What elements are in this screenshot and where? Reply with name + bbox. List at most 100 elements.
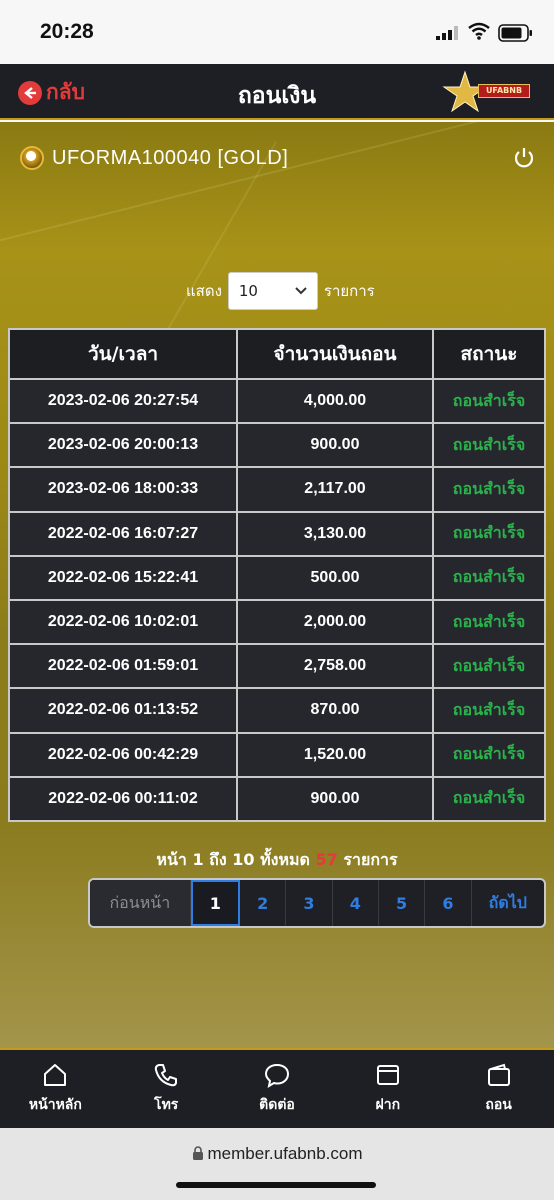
logout-power-icon[interactable] [512, 146, 536, 170]
app-header: กลับ ถอนเงิน UFABNB [0, 64, 554, 120]
header-datetime: วัน/เวลา [8, 328, 238, 380]
nav-contact[interactable]: ติดต่อ [222, 1050, 333, 1128]
cell-status: ถอนสำเร็จ [432, 687, 546, 734]
chevron-down-icon [295, 287, 307, 295]
battery-icon [498, 24, 532, 42]
show-label: แสดง [186, 282, 222, 300]
cell-datetime: 2022-02-06 15:22:41 [8, 554, 238, 601]
nav-home-label: หน้าหลัก [28, 1097, 82, 1113]
deposit-icon [376, 1065, 399, 1085]
table-row: 2022-02-06 10:02:01 2,000.00 ถอนสำเร็จ [8, 598, 546, 646]
cell-amount: 900.00 [236, 775, 434, 822]
cell-datetime: 2022-02-06 00:42:29 [8, 731, 238, 778]
page-button-4[interactable]: 4 [333, 880, 379, 926]
cell-status: ถอนสำเร็จ [432, 466, 546, 513]
summary-total-word: ทั้งหมด [260, 850, 310, 869]
nav-deposit[interactable]: ฝาก [332, 1050, 443, 1128]
cell-datetime: 2023-02-06 18:00:33 [8, 466, 238, 513]
cell-datetime: 2022-02-06 16:07:27 [8, 510, 238, 557]
home-icon [44, 1064, 67, 1086]
withdrawal-table: วัน/เวลา จำนวนเงินถอน สถานะ 2023-02-06 2… [8, 328, 546, 822]
items-label: รายการ [323, 282, 375, 300]
cell-amount: 900.00 [236, 422, 434, 469]
nav-home[interactable]: หน้าหลัก [0, 1050, 111, 1128]
summary-total: 57 [315, 850, 338, 869]
nav-contact-label: ติดต่อ [259, 1097, 295, 1113]
cell-datetime: 2022-02-06 00:11:02 [8, 775, 238, 822]
cell-amount: 2,758.00 [236, 643, 434, 690]
table-row: 2022-02-06 16:07:27 3,130.00 ถอนสำเร็จ [8, 510, 546, 557]
page-button-3[interactable]: 3 [286, 880, 333, 926]
cell-status: ถอนสำเร็จ [432, 643, 546, 690]
page-button-2[interactable]: 2 [240, 880, 287, 926]
browser-url-bar[interactable]: member.ufabnb.com [0, 1128, 554, 1200]
cell-amount: 870.00 [236, 687, 434, 734]
header-amount: จำนวนเงินถอน [236, 328, 434, 380]
nav-withdraw-label: ถอน [485, 1097, 512, 1113]
bottom-nav: หน้าหลัก โทร ติดต่อ ฝาก ถอน [0, 1048, 554, 1128]
table-row: 2022-02-06 01:59:01 2,758.00 ถอนสำเร็จ [8, 643, 546, 690]
nav-withdraw[interactable]: ถอน [443, 1050, 554, 1128]
cell-datetime: 2022-02-06 01:13:52 [8, 687, 238, 734]
table-row: 2022-02-06 00:11:02 900.00 ถอนสำเร็จ [8, 775, 546, 822]
table-row: 2022-02-06 01:13:52 870.00 ถอนสำเร็จ [8, 687, 546, 734]
cell-datetime: 2022-02-06 01:59:01 [8, 643, 238, 690]
table-row: 2022-02-06 15:22:41 500.00 ถอนสำเร็จ [8, 554, 546, 601]
signal-icon [436, 26, 458, 40]
table-row: 2023-02-06 18:00:33 2,117.00 ถอนสำเร็จ [8, 466, 546, 513]
cell-amount: 1,520.00 [236, 731, 434, 778]
nav-deposit-label: ฝาก [375, 1097, 401, 1113]
summary-to: 10 [232, 850, 255, 869]
url-value: member.ufabnb.com [207, 1144, 363, 1163]
username: UFORMA100040 [GOLD] [52, 146, 289, 169]
cell-status: ถอนสำเร็จ [432, 510, 546, 557]
page-button-1[interactable]: 1 [190, 880, 240, 926]
cell-amount: 3,130.00 [236, 510, 434, 557]
cell-status: ถอนสำเร็จ [432, 422, 546, 469]
lock-icon [192, 1146, 203, 1160]
cell-amount: 2,000.00 [236, 598, 434, 646]
status-bar: 20:28 [0, 0, 554, 64]
chat-icon [264, 1063, 289, 1088]
table-row: 2023-02-06 20:00:13 900.00 ถอนสำเร็จ [8, 422, 546, 469]
user-info: UFORMA100040 [GOLD] [20, 146, 288, 170]
cell-status: ถอนสำเร็จ [432, 775, 546, 822]
cell-status: ถอนสำเร็จ [432, 554, 546, 601]
table-row: 2023-02-06 20:27:54 4,000.00 ถอนสำเร็จ [8, 377, 546, 425]
status-time: 20:28 [40, 20, 94, 43]
table-header-row: วัน/เวลา จำนวนเงินถอน สถานะ [8, 328, 546, 380]
cell-amount: 2,117.00 [236, 466, 434, 513]
summary-from: 1 [192, 850, 204, 869]
pagination-summary: หน้า 1 ถึง 10 ทั้งหมด 57 รายการ [0, 848, 554, 873]
summary-page-word: หน้า [156, 850, 187, 869]
url-text: member.ufabnb.com [0, 1144, 554, 1164]
home-indicator[interactable] [176, 1182, 376, 1188]
pagination: ก่อนหน้า 1 2 3 4 5 6 ถัดไป [88, 878, 546, 928]
table-row: 2022-02-06 00:42:29 1,520.00 ถอนสำเร็จ [8, 731, 546, 778]
phone-icon [155, 1064, 178, 1087]
cell-datetime: 2023-02-06 20:00:13 [8, 422, 238, 469]
member-badge-icon [20, 146, 44, 170]
summary-items-word: รายการ [343, 850, 398, 869]
nav-call-label: โทร [154, 1097, 179, 1113]
cell-status: ถอนสำเร็จ [432, 377, 546, 425]
summary-to-word: ถึง [209, 850, 227, 869]
header-status: สถานะ [432, 328, 546, 380]
cell-amount: 4,000.00 [236, 377, 434, 425]
cell-status: ถอนสำเร็จ [432, 731, 546, 778]
logo-badge: UFABNB [478, 84, 530, 98]
wallet-icon [487, 1063, 510, 1086]
page-button-6[interactable]: 6 [425, 880, 472, 926]
wifi-icon [468, 22, 490, 40]
prev-page-button[interactable]: ก่อนหน้า [90, 880, 191, 926]
page-button-5[interactable]: 5 [379, 880, 426, 926]
page-size-filter: แสดง 10 รายการ [186, 272, 375, 310]
nav-call[interactable]: โทร [111, 1050, 222, 1128]
cell-amount: 500.00 [236, 554, 434, 601]
cell-status: ถอนสำเร็จ [432, 598, 546, 646]
next-page-button[interactable]: ถัดไป [472, 880, 544, 926]
brand-logo[interactable]: UFABNB [440, 70, 536, 114]
cell-datetime: 2022-02-06 10:02:01 [8, 598, 238, 646]
page-size-select[interactable]: 10 [227, 272, 318, 310]
cell-datetime: 2023-02-06 20:27:54 [8, 377, 238, 425]
